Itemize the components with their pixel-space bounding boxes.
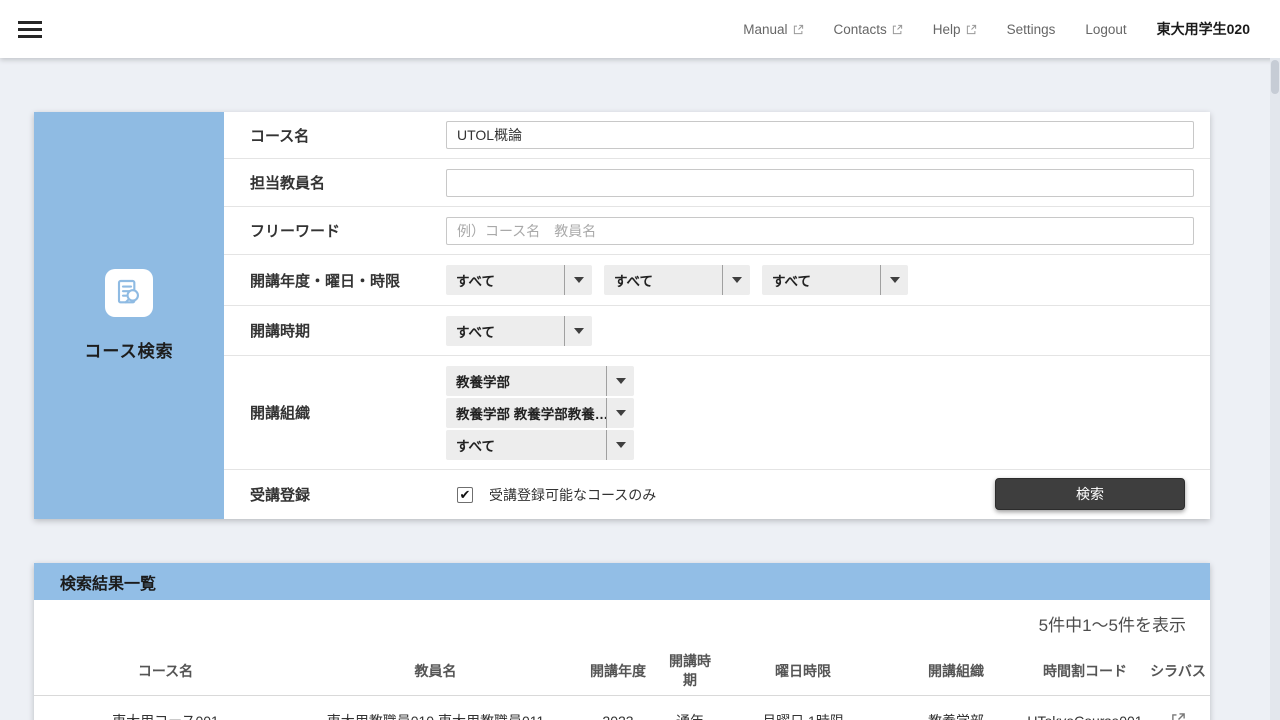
course-search-panel: コース検索 コース名 担当教員名 フリーワード 開講年度・曜日・時限 すべて す…: [34, 112, 1210, 519]
term-select-value: すべて: [446, 321, 564, 341]
chevron-down-icon: [564, 265, 592, 295]
row-syllabus-cell: [1146, 695, 1210, 720]
nav-help-link[interactable]: Help: [933, 22, 977, 37]
nav-contacts-link[interactable]: Contacts: [834, 22, 903, 37]
organization-select-2[interactable]: 教養学部 教養学部教養…: [446, 398, 634, 428]
nav-contacts-label: Contacts: [834, 22, 887, 37]
page-scrollbar-thumb[interactable]: [1271, 60, 1279, 94]
registration-label: 受講登録: [250, 484, 446, 505]
syllabus-external-link-icon[interactable]: [1171, 712, 1186, 720]
row-day-period: 月曜日 1時限: [718, 695, 888, 720]
nav-manual-link[interactable]: Manual: [743, 22, 803, 37]
instructor-name-label: 担当教員名: [250, 172, 446, 193]
term-label: 開講時期: [250, 320, 446, 341]
period-select-value: すべて: [762, 270, 880, 290]
freeword-input[interactable]: [446, 217, 1194, 245]
day-select-value: すべて: [604, 270, 722, 290]
registration-checkbox-wrap: ✔ 受講登録可能なコースのみ: [457, 485, 656, 505]
day-select[interactable]: すべて: [604, 265, 750, 295]
external-link-icon: [892, 24, 903, 35]
search-button[interactable]: 検索: [995, 478, 1185, 510]
course-search-title: コース検索: [84, 337, 173, 362]
nav-manual-label: Manual: [743, 22, 787, 37]
year-day-period-row: 開講年度・曜日・時限 すべて すべて すべて: [224, 255, 1210, 306]
column-header-syllabus: シラバス: [1146, 648, 1210, 695]
row-year: 2023: [574, 695, 662, 720]
column-header-day-period: 曜日時限: [718, 648, 888, 695]
row-instructor-names: 東大用教職員010 東大用教職員011: [297, 695, 574, 720]
year-select[interactable]: すべて: [446, 265, 592, 295]
column-header-term: 開講時期: [662, 648, 718, 695]
search-results-panel: 検索結果一覧 5件中1〜5件を表示 コース名 教員名 開講年度 開講時期 曜日時…: [34, 563, 1210, 720]
course-name-input[interactable]: [446, 121, 1194, 149]
chevron-down-icon: [606, 366, 634, 396]
external-link-icon: [966, 24, 977, 35]
registration-checkbox[interactable]: ✔: [457, 487, 473, 503]
year-day-period-label: 開講年度・曜日・時限: [250, 270, 446, 291]
checkmark-icon: ✔: [460, 488, 471, 501]
freeword-row: フリーワード: [224, 207, 1210, 255]
chevron-down-icon: [722, 265, 750, 295]
nav-settings-label: Settings: [1007, 22, 1056, 37]
hamburger-menu-icon[interactable]: [18, 17, 42, 42]
column-header-code: 時間割コード: [1024, 648, 1146, 695]
nav-help-label: Help: [933, 22, 961, 37]
term-select[interactable]: すべて: [446, 316, 592, 346]
row-organization: 教養学部: [888, 695, 1024, 720]
period-select[interactable]: すべて: [762, 265, 908, 295]
registration-checkbox-label: 受講登録可能なコースのみ: [489, 485, 656, 505]
course-search-icon: [105, 269, 153, 317]
column-header-year: 開講年度: [574, 648, 662, 695]
instructor-name-row: 担当教員名: [224, 159, 1210, 207]
chevron-down-icon: [564, 316, 592, 346]
year-select-value: すべて: [446, 270, 564, 290]
organization-select-1-value: 教養学部: [446, 371, 606, 391]
organization-select-3[interactable]: すべて: [446, 430, 634, 460]
table-row: 東大用コース001 東大用教職員010 東大用教職員011 2023 通年 月曜…: [34, 695, 1210, 720]
course-search-sidebar: コース検索: [34, 112, 224, 519]
organization-select-1[interactable]: 教養学部: [446, 366, 634, 396]
organization-select-3-value: すべて: [446, 435, 606, 455]
results-count-text: 5件中1〜5件を表示: [34, 600, 1210, 648]
course-name-label: コース名: [250, 125, 446, 146]
page-scrollbar-track[interactable]: [1270, 58, 1280, 720]
course-search-form: コース名 担当教員名 フリーワード 開講年度・曜日・時限 すべて すべて: [224, 112, 1210, 519]
freeword-label: フリーワード: [250, 220, 446, 241]
nav-settings-link[interactable]: Settings: [1007, 22, 1056, 37]
organization-select-2-value: 教養学部 教養学部教養…: [446, 403, 606, 423]
search-results-title: 検索結果一覧: [60, 570, 156, 594]
chevron-down-icon: [606, 430, 634, 460]
column-header-instructor: 教員名: [297, 648, 574, 695]
organization-label: 開講組織: [250, 402, 446, 423]
current-username: 東大用学生020: [1157, 19, 1250, 39]
term-row: 開講時期 すべて: [224, 306, 1210, 356]
nav-logout-link[interactable]: Logout: [1085, 22, 1126, 37]
nav-logout-label: Logout: [1085, 22, 1126, 37]
column-header-course: コース名: [34, 648, 297, 695]
course-name-row: コース名: [224, 112, 1210, 159]
chevron-down-icon: [606, 398, 634, 428]
results-table: コース名 教員名 開講年度 開講時期 曜日時限 開講組織 時間割コード シラバス…: [34, 648, 1210, 720]
external-link-icon: [793, 24, 804, 35]
search-results-header: 検索結果一覧: [34, 563, 1210, 600]
registration-row: 受講登録 ✔ 受講登録可能なコースのみ 検索: [224, 470, 1210, 519]
instructor-name-input[interactable]: [446, 169, 1194, 197]
row-term: 通年: [662, 695, 718, 720]
organization-row: 開講組織 教養学部 教養学部 教養学部教養… すべて: [224, 356, 1210, 470]
row-timetable-code: UTokyoCourse001: [1024, 695, 1146, 720]
column-header-org: 開講組織: [888, 648, 1024, 695]
row-course-name[interactable]: 東大用コース001: [34, 695, 297, 720]
top-navigation: Manual Contacts Help Settings Logout 東大用…: [713, 19, 1280, 39]
chevron-down-icon: [880, 265, 908, 295]
results-table-header-row: コース名 教員名 開講年度 開講時期 曜日時限 開講組織 時間割コード シラバス: [34, 648, 1210, 695]
top-header-bar: Manual Contacts Help Settings Logout 東大用…: [0, 0, 1280, 58]
